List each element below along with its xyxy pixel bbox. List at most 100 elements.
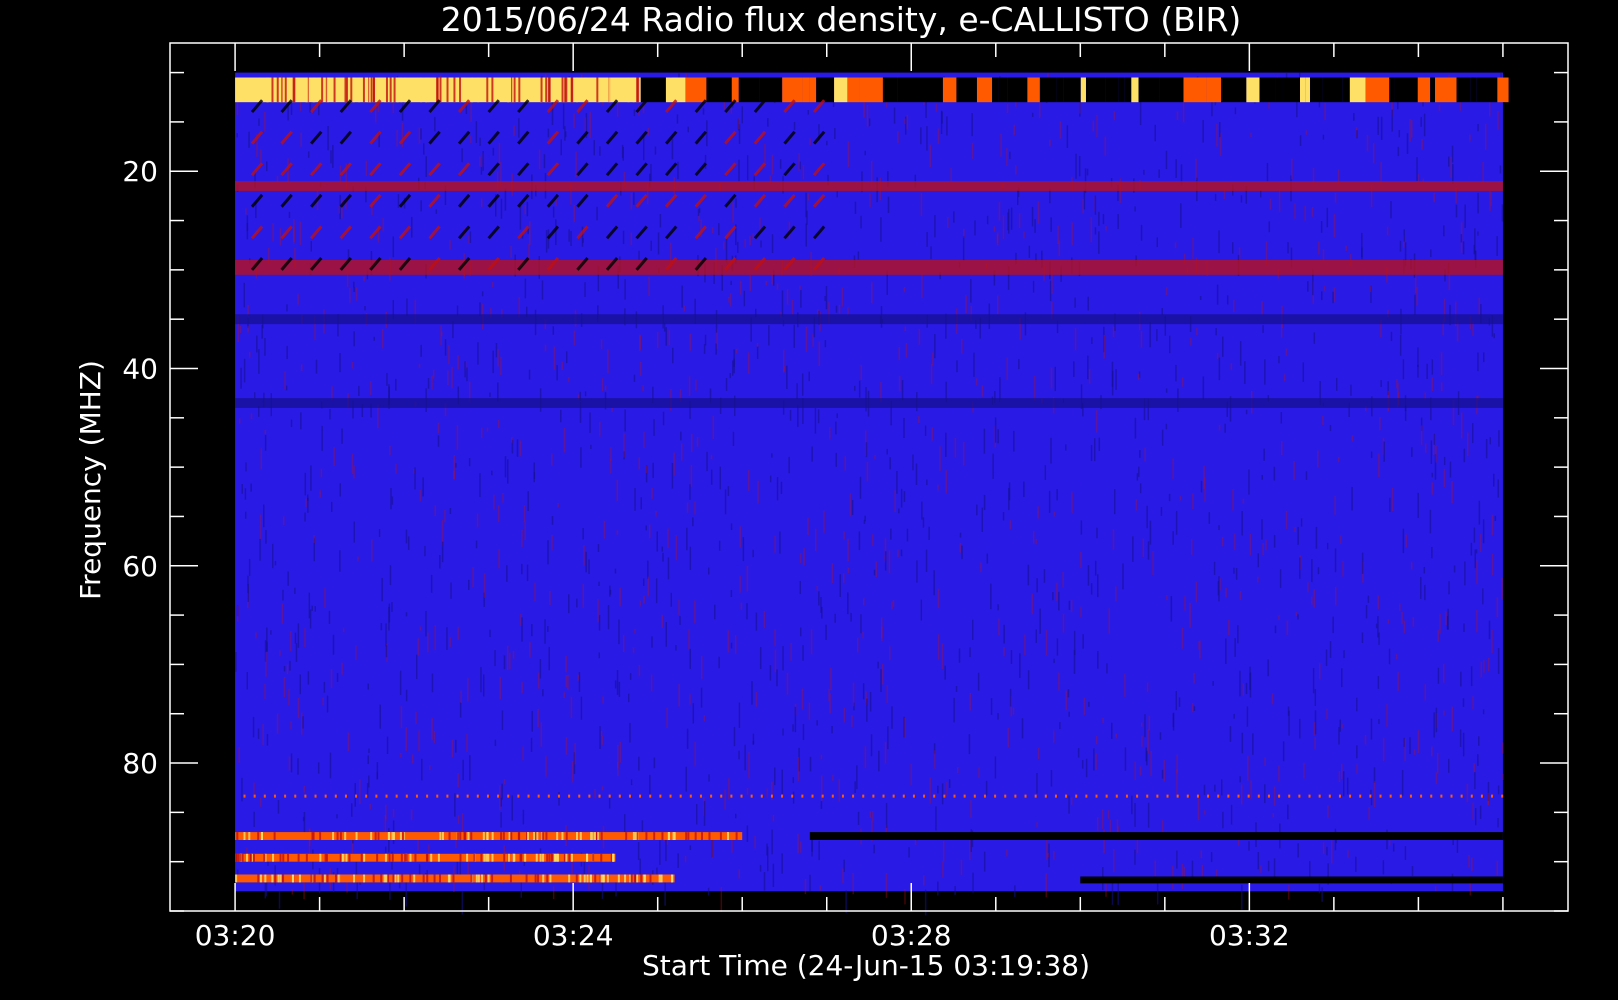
heatmap-texture-cell <box>1326 207 1329 228</box>
heatmap-texture-cell <box>291 889 294 895</box>
heatmap-texture-cell <box>868 118 871 127</box>
heatmap-texture-cell <box>1096 114 1098 138</box>
heatmap-band-speckle <box>235 853 238 862</box>
heatmap-band-speckle <box>735 832 738 840</box>
heatmap-texture-cell <box>1024 634 1026 656</box>
heatmap-texture-cell <box>1502 742 1504 754</box>
heatmap-texture-cell <box>1034 375 1036 401</box>
heatmap-texture-cell <box>1318 241 1320 255</box>
heatmap-texture-cell <box>854 385 856 391</box>
heatmap-texture-cell <box>524 521 526 540</box>
heatmap-texture-cell <box>392 809 395 818</box>
heatmap-texture-cell <box>1403 620 1406 634</box>
heatmap-texture-cell <box>835 452 837 467</box>
heatmap-band-speckle <box>477 77 480 103</box>
heatmap-texture-cell <box>495 343 498 358</box>
heatmap-texture-cell <box>1431 359 1434 375</box>
heatmap-texture-cell <box>906 528 909 542</box>
heatmap-texture-cell <box>1240 195 1243 203</box>
heatmap-texture-cell <box>744 239 746 248</box>
heatmap-texture-cell <box>1174 242 1177 249</box>
heatmap-texture-cell <box>934 334 936 359</box>
heatmap-band-speckle <box>397 874 400 883</box>
heatmap-texture-cell <box>718 223 720 236</box>
heatmap-texture-cell <box>323 681 326 693</box>
heatmap-texture-cell <box>666 707 668 728</box>
heatmap-texture-cell <box>935 806 937 831</box>
heatmap-texture-cell <box>677 161 679 180</box>
heatmap-band-speckle <box>273 832 276 840</box>
heatmap-texture-cell <box>1391 488 1394 512</box>
heatmap-texture-cell <box>600 730 603 737</box>
heatmap-texture-cell <box>1036 822 1038 828</box>
heatmap-texture-cell <box>1340 535 1342 544</box>
heatmap-texture-cell <box>1161 429 1164 446</box>
heatmap-texture-cell <box>981 385 984 397</box>
heatmap-texture-cell <box>639 600 642 607</box>
heatmap-texture-cell <box>694 741 696 767</box>
heatmap-band-speckle <box>384 853 387 862</box>
heatmap-texture-cell <box>937 484 939 491</box>
heatmap-texture-cell <box>774 649 777 673</box>
heatmap-band-speckle <box>625 832 628 840</box>
heatmap-band-speckle <box>527 77 530 103</box>
heatmap-band-speckle <box>388 853 391 862</box>
heatmap-dot <box>1328 794 1331 798</box>
heatmap-texture-cell <box>563 692 566 699</box>
heatmap-band-speckle <box>561 77 564 103</box>
heatmap-texture-cell <box>875 561 878 578</box>
heatmap-band-speckle <box>719 832 722 840</box>
heatmap-texture-cell <box>1297 843 1299 858</box>
heatmap-texture-cell <box>808 702 811 720</box>
heatmap-texture-cell <box>638 250 640 260</box>
heatmap-texture-cell <box>651 487 653 499</box>
heatmap-band-speckle <box>387 874 390 883</box>
heatmap-texture-cell <box>1023 481 1025 498</box>
heatmap-band-speckle <box>277 874 280 883</box>
heatmap-texture-cell <box>1264 757 1266 766</box>
heatmap-texture-cell <box>771 829 773 855</box>
heatmap-texture-cell <box>468 235 470 244</box>
heatmap-texture-cell <box>645 525 648 531</box>
heatmap-texture-cell <box>744 744 746 771</box>
heatmap-band-speckle <box>401 874 404 883</box>
heatmap-texture-cell <box>573 113 575 129</box>
heatmap-texture-cell <box>930 363 933 385</box>
heatmap-texture-cell <box>531 710 533 732</box>
heatmap-texture-cell <box>601 735 604 745</box>
heatmap-texture-cell <box>349 288 351 303</box>
heatmap-texture-cell <box>1442 663 1445 683</box>
heatmap-dot <box>973 794 976 798</box>
heatmap-texture-cell <box>928 526 930 541</box>
heatmap-texture-cell <box>506 565 508 582</box>
heatmap-texture-cell <box>1401 769 1404 796</box>
heatmap-texture-cell <box>869 193 871 208</box>
heatmap-band-speckle <box>634 832 637 840</box>
heatmap-band-speckle <box>279 874 282 883</box>
heatmap-texture-cell <box>481 291 484 297</box>
heatmap-texture-cell <box>680 431 682 441</box>
heatmap-texture-cell <box>590 444 592 450</box>
heatmap-texture-cell <box>411 754 414 764</box>
heatmap-texture-cell <box>781 290 784 317</box>
heatmap-dot <box>699 794 702 798</box>
heatmap-texture-cell <box>324 588 326 608</box>
heatmap-texture-cell <box>632 647 635 653</box>
heatmap-texture-cell <box>1482 588 1484 605</box>
heatmap-texture-cell <box>878 750 880 772</box>
heatmap-band-speckle <box>575 874 578 883</box>
heatmap-band-speckle <box>385 874 388 883</box>
heatmap-texture-cell <box>754 836 756 849</box>
heatmap-texture-cell <box>351 361 354 369</box>
heatmap-texture-cell <box>1333 214 1336 238</box>
heatmap-texture-cell <box>1086 168 1089 176</box>
heatmap-dot <box>284 794 287 798</box>
heatmap-texture-cell <box>1480 661 1483 678</box>
heatmap-texture-cell <box>828 688 830 702</box>
heatmap-texture-cell <box>568 594 570 614</box>
heatmap-texture-cell <box>730 589 733 597</box>
heatmap-texture-cell <box>1082 198 1084 214</box>
heatmap-texture-cell <box>405 529 408 544</box>
heatmap-dot <box>923 794 926 798</box>
heatmap-texture-cell <box>637 841 640 860</box>
